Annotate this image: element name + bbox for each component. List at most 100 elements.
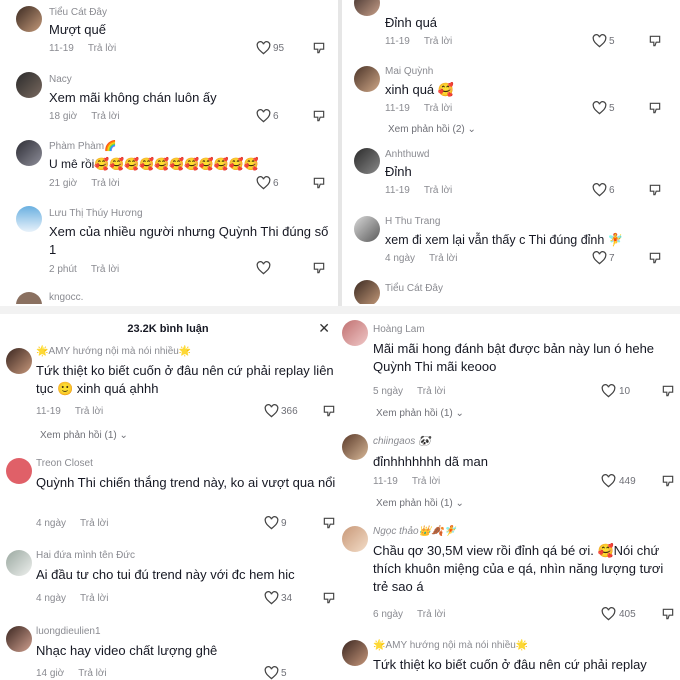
comment-author[interactable]: Phàm Phàm🌈 [49, 141, 116, 152]
heart-icon[interactable] [592, 183, 607, 197]
comment-text: Tứk thiệt ko biết cuốn ở đâu nên cứ phải… [373, 657, 647, 672]
reply-button[interactable]: Trả lời [424, 103, 452, 114]
dislike-icon[interactable] [322, 516, 336, 530]
avatar[interactable] [16, 140, 42, 166]
avatar[interactable] [354, 216, 380, 242]
reply-button[interactable]: Trả lời [80, 518, 108, 529]
dislike-icon[interactable] [648, 251, 662, 265]
dislike-icon[interactable] [648, 101, 662, 115]
reply-button[interactable]: Trả lời [429, 253, 457, 264]
reply-button[interactable]: Trả lời [91, 111, 119, 122]
dislike-icon[interactable] [661, 607, 675, 621]
avatar[interactable] [6, 626, 32, 652]
panel-divider [0, 306, 680, 314]
avatar[interactable] [342, 526, 368, 552]
comment-author[interactable]: Nacy [49, 74, 72, 85]
avatar[interactable] [354, 280, 380, 304]
dislike-icon[interactable] [312, 261, 326, 275]
dislike-icon[interactable] [312, 176, 326, 190]
comment-time: 6 ngày [373, 609, 404, 620]
comment-author[interactable]: chiingaos 🐼 [373, 436, 430, 447]
avatar[interactable] [354, 148, 380, 174]
comment-author[interactable]: Tiểu Cát Đây [49, 7, 107, 18]
heart-icon[interactable] [256, 176, 271, 190]
heart-icon[interactable] [264, 404, 279, 418]
reply-button[interactable]: Trả lời [412, 476, 440, 487]
heart-icon[interactable] [256, 109, 271, 123]
avatar[interactable] [6, 348, 32, 374]
reply-button[interactable]: Trả lời [75, 406, 103, 417]
dislike-icon[interactable] [648, 183, 662, 197]
dislike-icon[interactable] [661, 474, 675, 488]
view-replies-button[interactable]: Xem phản hồi (1) ⌄ [40, 430, 128, 441]
dislike-icon[interactable] [661, 384, 675, 398]
comment-author[interactable]: Mai Quỳnh [385, 66, 433, 77]
heart-icon[interactable] [592, 251, 607, 265]
like-count: 10 [619, 386, 631, 397]
avatar[interactable] [6, 550, 32, 576]
chevron-down-icon: ⌄ [467, 124, 476, 135]
comment-author[interactable]: Hai đứa mình tên Đức [36, 550, 135, 561]
reply-button[interactable]: Trả lời [424, 36, 452, 47]
comment-author[interactable]: Tiểu Cát Đây [385, 283, 443, 294]
dislike-icon[interactable] [322, 404, 336, 418]
reply-button[interactable]: Trả lời [91, 264, 119, 275]
comment-text: đỉnhhhhhhh dã man [373, 454, 488, 469]
view-replies-button[interactable]: Xem phản hồi (1) ⌄ [376, 498, 464, 509]
reply-button[interactable]: Trả lời [417, 386, 445, 397]
comment-author[interactable]: kngocc. [49, 292, 83, 303]
avatar[interactable] [16, 6, 42, 32]
comment-author[interactable]: H Thu Trang [385, 216, 440, 227]
comment-author[interactable]: Anhthuwd [385, 149, 429, 160]
comment-author[interactable]: 🌟AMY hướng nội mà nói nhiều🌟 [36, 346, 191, 357]
dislike-icon[interactable] [648, 34, 662, 48]
heart-icon[interactable] [264, 516, 279, 530]
comment-author[interactable]: Hoàng Lam [373, 324, 425, 335]
comment-item: Tiểu Cát Đây [344, 278, 680, 304]
avatar[interactable] [16, 72, 42, 98]
view-replies-button[interactable]: Xem phản hồi (1) ⌄ [376, 408, 464, 419]
comment-item: Anhthuwd Đỉnh 11-19 Trả lời 6 [344, 142, 680, 210]
avatar[interactable] [6, 458, 32, 484]
avatar[interactable] [342, 434, 368, 460]
comment-author[interactable]: Lưu Thị Thúy Hương [49, 208, 143, 219]
heart-icon[interactable] [264, 666, 279, 680]
chevron-down-icon: ⌄ [455, 408, 464, 419]
avatar[interactable] [16, 206, 42, 232]
reply-button[interactable]: Trả lời [417, 609, 445, 620]
comment-item: Hai đứa mình tên Đức Ai đầu tư cho tui đ… [0, 538, 336, 614]
dislike-icon[interactable] [312, 41, 326, 55]
heart-icon[interactable] [592, 101, 607, 115]
heart-icon[interactable] [601, 607, 616, 621]
heart-icon[interactable] [601, 474, 616, 488]
reply-button[interactable]: Trả lời [91, 178, 119, 189]
reply-button[interactable]: Trả lời [78, 668, 106, 679]
heart-icon[interactable] [264, 591, 279, 605]
heart-icon[interactable] [601, 384, 616, 398]
comment-meta: 11-19 Trả lời [385, 36, 452, 47]
avatar[interactable] [354, 0, 380, 16]
comment-item: 🌟AMY hướng nội mà nói nhiều🌟 Tứk thiệt k… [336, 630, 680, 680]
avatar[interactable] [16, 292, 42, 304]
comment-author[interactable]: luongdieulien1 [36, 626, 101, 637]
comment-meta: 4 ngày Trả lời [385, 253, 457, 264]
comment-author[interactable]: Ngọc thảo👑🍂🧚 [373, 526, 456, 537]
comment-text: Tứk thiệt ko biết cuốn ở đâu nên cứ phải… [36, 363, 334, 396]
avatar[interactable] [342, 320, 368, 346]
heart-icon[interactable] [256, 41, 271, 55]
close-icon[interactable]: ✕ [318, 320, 330, 337]
comments-panel-bottom-left: 23.2K bình luận ✕ 🌟AMY hướng nội mà nói … [0, 316, 336, 680]
comment-author[interactable]: Treon Closet [36, 458, 93, 469]
comment-author[interactable]: 🌟AMY hướng nội mà nói nhiều🌟 [373, 640, 528, 651]
reply-button[interactable]: Trả lời [424, 185, 452, 196]
chevron-down-icon: ⌄ [119, 430, 128, 441]
reply-button[interactable]: Trả lời [80, 593, 108, 604]
dislike-icon[interactable] [312, 109, 326, 123]
heart-icon[interactable] [592, 34, 607, 48]
avatar[interactable] [342, 640, 368, 666]
dislike-icon[interactable] [322, 591, 336, 605]
reply-button[interactable]: Trả lời [88, 43, 116, 54]
avatar[interactable] [354, 66, 380, 92]
heart-icon[interactable] [256, 261, 271, 275]
view-replies-button[interactable]: Xem phản hồi (2) ⌄ [388, 124, 476, 135]
